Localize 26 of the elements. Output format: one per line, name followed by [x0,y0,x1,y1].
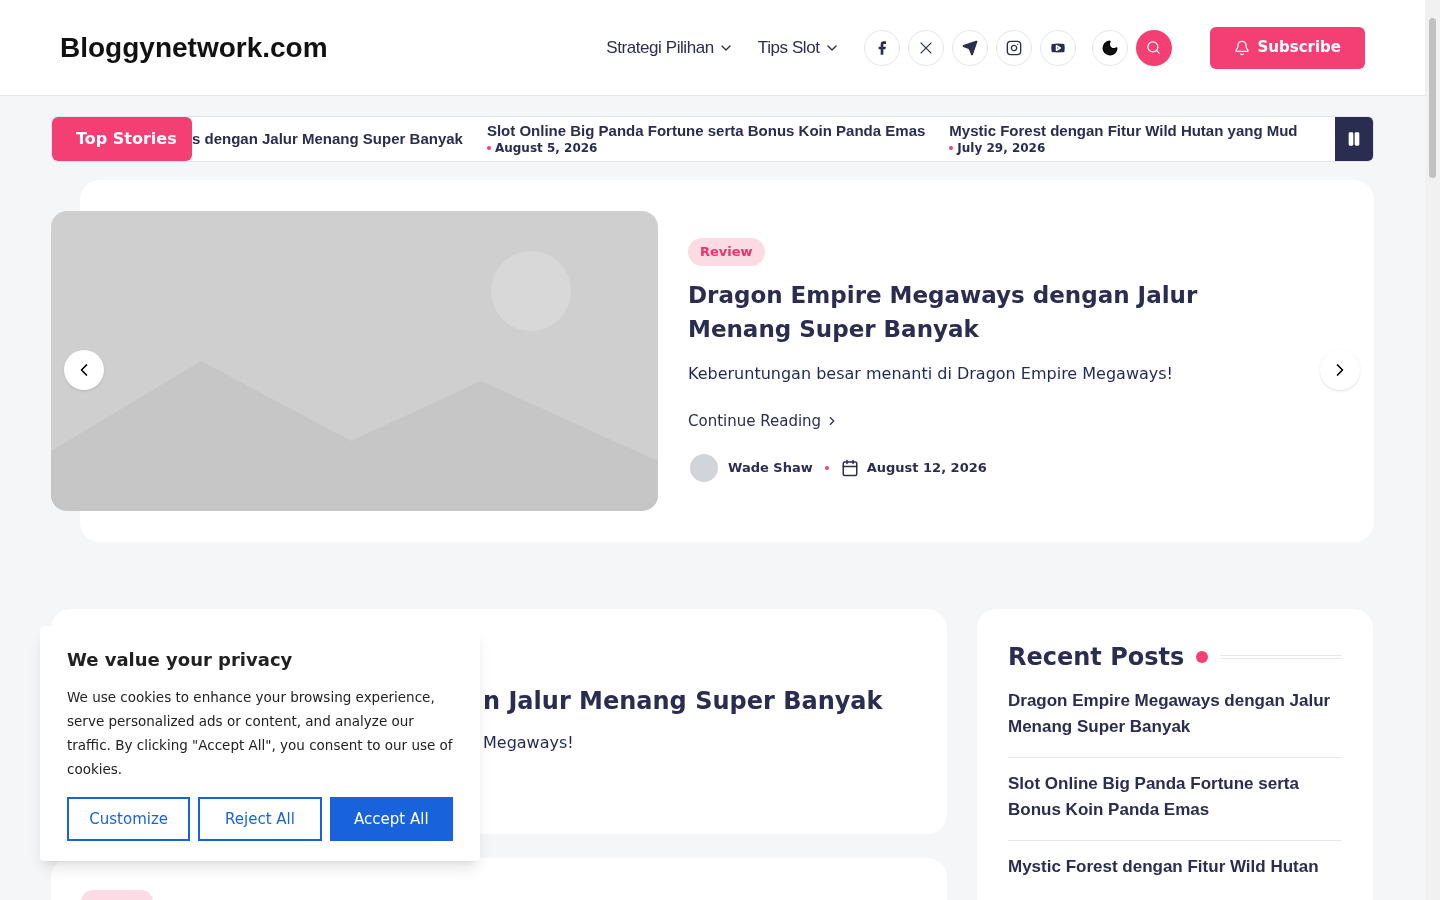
subscribe-button[interactable]: Subscribe [1209,26,1365,69]
cookie-button[interactable]: Accept All [329,797,453,841]
ticker-date: July 29, 2026 [949,140,1298,156]
featured-title[interactable]: Dragon Empire Megaways dengan Jalur Menang Super Banyak [688,277,1280,346]
nav-link[interactable]: Strategi Pilihan [606,34,734,61]
cookie-title: We value your privacy [67,648,294,672]
recent-post-link[interactable]: Dragon Empire Megaways dengan Jalur Menang Super Banyak [1008,675,1342,757]
ticker-headline[interactable]: Mystic Forest dengan Fitur Wild Hutan yang Mud [949,122,1298,141]
post-title[interactable]: n Jalur Menang Super Banyak [483,683,883,719]
site-title[interactable]: Bloggynetwork.com [60,26,607,69]
recent-post-link[interactable]: Mystic Forest dengan Fitur Wild Hutan [1008,840,1342,897]
cookie-button[interactable]: Customize [67,797,191,841]
cookie-button[interactable]: Reject All [198,797,322,841]
widget-title: Recent Posts [1008,642,1185,673]
nav-link[interactable]: Tips Slot [757,34,840,61]
post-excerpt: Megaways! [483,732,574,754]
continue-reading-link[interactable]: Continue Reading [688,409,840,432]
ticker-headline[interactable]: s dengan Jalur Menang Super Banyak [192,129,463,149]
author-name[interactable]: Wade Shaw [728,458,813,478]
ticker-label: Top Stories [52,117,192,161]
post-date: August 12, 2026 [866,459,987,478]
cookie-text: We use cookies to enhance your browsing experience, serve personalized ads or content, and analyze our traffic. By clicking "Accept All", you consent to our use of cookies. [67,688,453,779]
ticker-date: August 5, 2026 [486,140,926,156]
recent-post-link[interactable]: Slot Online Big Panda Fortune serta Bonus Koin Panda Emas [1008,757,1342,840]
featured-excerpt: Keberuntungan besar menanti di Dragon Empire Megaways! [688,362,1173,385]
ticker-headline[interactable]: Slot Online Big Panda Fortune serta Bonus Koin Panda Emas [486,122,926,141]
